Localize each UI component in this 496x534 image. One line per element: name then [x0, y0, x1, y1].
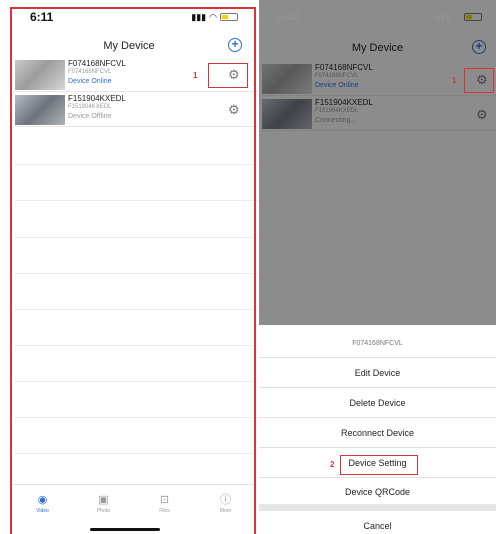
- divider: [15, 164, 258, 165]
- delete-device-button[interactable]: Delete Device: [259, 389, 496, 418]
- sheet-separator: [259, 504, 496, 511]
- add-device-button[interactable]: +: [228, 38, 242, 52]
- device-name: F151904KXEDL: [68, 94, 126, 103]
- device-id: F151904KXEDL: [68, 104, 112, 110]
- tab-label: Files: [159, 507, 170, 514]
- tab-label: Video: [36, 507, 49, 514]
- page-title: My Device: [103, 40, 155, 52]
- more-icon: ⓘ: [220, 493, 231, 506]
- sheet-title: F074168NFCVL: [259, 329, 496, 358]
- highlight-box: [340, 455, 418, 475]
- dim-overlay[interactable]: [259, 0, 496, 325]
- divider: [15, 453, 258, 454]
- device-id: F074168NFCVL: [68, 69, 112, 75]
- divider: [15, 273, 258, 274]
- tab-more[interactable]: ⓘ More: [195, 485, 256, 522]
- nav-bar: My Device +: [0, 34, 258, 58]
- action-sheet: F074168NFCVL Edit Device Delete Device R…: [259, 325, 496, 534]
- tab-label: More: [219, 507, 232, 514]
- edit-device-button[interactable]: Edit Device: [259, 359, 496, 388]
- divider: [15, 381, 258, 382]
- device-status: Device Online: [68, 78, 112, 85]
- left-phone-screen: 6:11 ▮▮▮ ◠ My Device + F074168NFCVL F074…: [0, 0, 258, 534]
- divider: [15, 200, 258, 201]
- files-icon: ⊡: [159, 493, 170, 506]
- wifi-icon: ◠: [209, 11, 217, 22]
- divider: [15, 345, 258, 346]
- status-bar: 6:11 ▮▮▮ ◠: [0, 0, 258, 34]
- cancel-button[interactable]: Cancel: [259, 511, 496, 534]
- battery-icon: [220, 13, 238, 21]
- highlight-box: [464, 68, 494, 93]
- tab-bar: ◉ Video ▣ Photo ⊡ Files ⓘ More: [12, 484, 256, 522]
- step-number: 1: [452, 76, 457, 85]
- photo-icon: ▣: [98, 493, 109, 506]
- tab-video[interactable]: ◉ Video: [12, 485, 73, 522]
- highlight-box: [208, 63, 248, 88]
- tab-label: Photo: [96, 507, 111, 514]
- device-qrcode-button[interactable]: Device QRCode: [259, 477, 496, 506]
- step-number: 1: [193, 71, 198, 80]
- device-name: F074168NFCVL: [68, 59, 126, 68]
- status-icons: ▮▮▮ ◠: [191, 12, 238, 23]
- tab-photo[interactable]: ▣ Photo: [73, 485, 134, 522]
- reconnect-device-button[interactable]: Reconnect Device: [259, 419, 496, 448]
- status-time: 6:11: [30, 10, 54, 24]
- device-status: Device Offline: [68, 113, 112, 120]
- home-indicator: [90, 528, 160, 531]
- step-number: 2: [330, 460, 335, 469]
- gear-icon[interactable]: ⚙: [228, 103, 240, 116]
- tab-files[interactable]: ⊡ Files: [134, 485, 195, 522]
- device-row[interactable]: F151904KXEDL F151904KXEDL Device Offline…: [15, 93, 258, 127]
- video-icon: ◉: [37, 493, 48, 506]
- divider: [15, 237, 258, 238]
- divider: [15, 309, 258, 310]
- signal-icon: ▮▮▮: [191, 11, 207, 22]
- divider: [15, 417, 258, 418]
- device-thumbnail: [15, 60, 65, 90]
- right-phone-screen: 5:44 ▮▮▮ ◠ My Device + F074168NFCVL F074…: [259, 0, 496, 534]
- device-thumbnail: [15, 95, 65, 125]
